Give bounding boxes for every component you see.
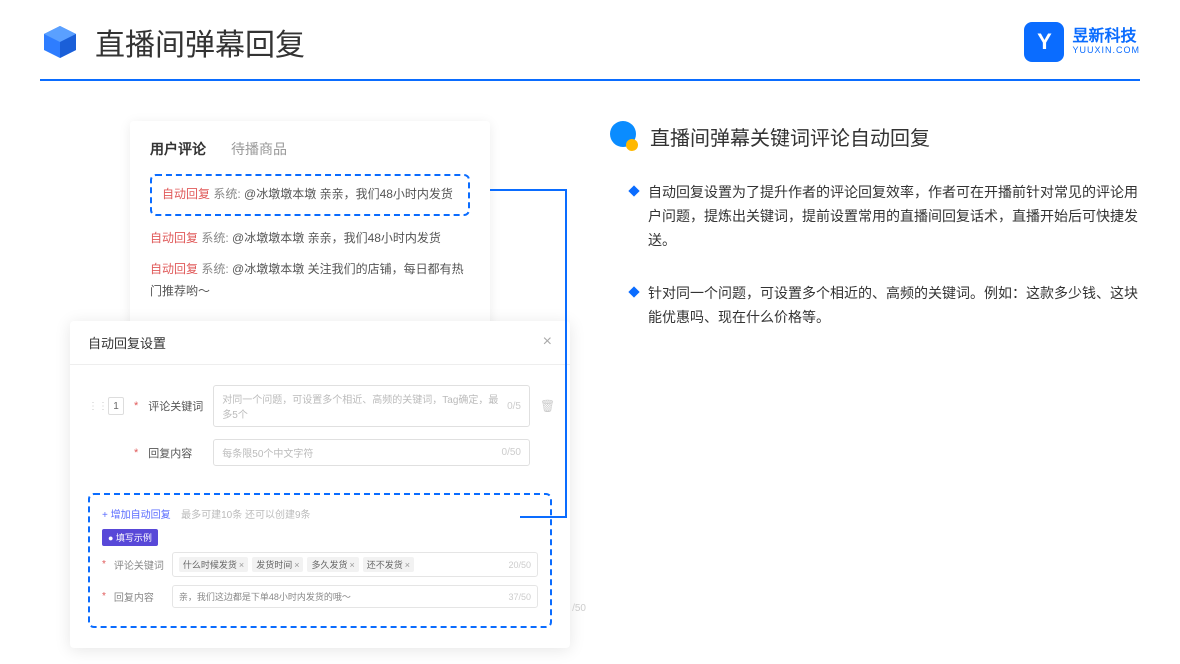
logo-badge: Y [1024,22,1064,62]
keyword-input[interactable]: 对同一个问题，可设置多个相近、高频的关键词，Tag确定，最多5个 0/5 [213,385,530,427]
comment-panel: 用户评论 待播商品 自动回复 系统: @冰墩墩本墩 亲亲，我们48小时内发货 自… [130,121,490,352]
tab-user-comments[interactable]: 用户评论 [150,139,206,159]
keyword-label: 评论关键词 [148,398,203,414]
keyword-tag[interactable]: 还不发货 [363,557,414,572]
diamond-bullet-icon [628,185,639,196]
illustration-column: 用户评论 待播商品 自动回复 系统: @冰墩墩本墩 亲亲，我们48小时内发货 自… [70,121,570,601]
bubble-icon [610,121,640,151]
bullet-point: 自动回复设置为了提升作者的评论回复效率，作者可在开播前针对常见的评论用户问题，提… [610,181,1140,252]
page-header: 直播间弹幕回复 Y 昱新科技 YUUXIN.COM [0,0,1180,64]
keyword-tag[interactable]: 什么时候发货 [179,557,248,572]
content-label: 回复内容 [148,445,203,461]
modal-title: 自动回复设置 [88,333,166,352]
auto-reply-tag: 自动回复 [162,187,210,201]
page-title: 直播间弹幕回复 [95,20,305,64]
diamond-bullet-icon [628,287,639,298]
example-badge: ● 填写示例 [102,529,158,546]
add-hint: 最多可建10条 还可以创建9条 [181,510,310,521]
example-keyword-field[interactable]: 什么时候发货 发货时间 多久发货 还不发货 20/50 [172,552,538,577]
add-auto-reply-link[interactable]: + 增加自动回复 [102,510,171,521]
highlighted-comment: 自动回复 系统: @冰墩墩本墩 亲亲，我们48小时内发货 [150,174,470,216]
example-section: + 增加自动回复 最多可建10条 还可以创建9条 ● 填写示例 * 评论关键词 … [88,493,552,628]
system-label: 系统: [213,187,240,201]
logo-en: YUUXIN.COM [1072,46,1140,56]
section-title: 直播间弹幕关键词评论自动回复 [650,122,930,151]
brand-logo: Y 昱新科技 YUUXIN.COM [1024,22,1140,62]
comment-row: 自动回复 系统: @冰墩墩本墩 关注我们的店铺，每日都有热门推荐哟～ [150,259,470,302]
side-counter: /50 [572,603,586,614]
keyword-tag[interactable]: 发货时间 [252,557,303,572]
delete-icon[interactable]: 🗑 [540,399,552,413]
description-column: 直播间弹幕关键词评论自动回复 自动回复设置为了提升作者的评论回复效率，作者可在开… [610,121,1140,601]
cube-icon [40,22,80,62]
auto-reply-settings-modal: 自动回复设置 × ⋮⋮ 1 * 评论关键词 对同一个问题，可设置多个相近、高频的… [70,321,570,648]
tab-pending-goods[interactable]: 待播商品 [231,139,287,159]
required-marker: * [134,400,138,412]
content-input[interactable]: 每条限50个中文字符 0/50 [213,439,530,466]
example-content-label: 回复内容 [114,589,164,604]
drag-handle-icon[interactable]: ⋮⋮ [88,401,98,412]
logo-cn: 昱新科技 [1072,28,1140,46]
close-icon[interactable]: × [543,333,552,352]
comment-row: 自动回复 系统: @冰墩墩本墩 亲亲，我们48小时内发货 [150,228,470,250]
example-content-field[interactable]: 亲，我们这边都是下单48小时内发货的哦～ 37/50 [172,585,538,608]
order-number: 1 [108,397,124,415]
keyword-tag[interactable]: 多久发货 [307,557,358,572]
comment-text: @冰墩墩本墩 亲亲，我们48小时内发货 [244,187,453,201]
example-keyword-label: 评论关键词 [114,557,164,572]
bullet-point: 针对同一个问题，可设置多个相近的、高频的关键词。例如：这款多少钱、这块能优惠吗、… [610,282,1140,330]
connector-line [490,189,565,191]
required-marker: * [134,447,138,459]
